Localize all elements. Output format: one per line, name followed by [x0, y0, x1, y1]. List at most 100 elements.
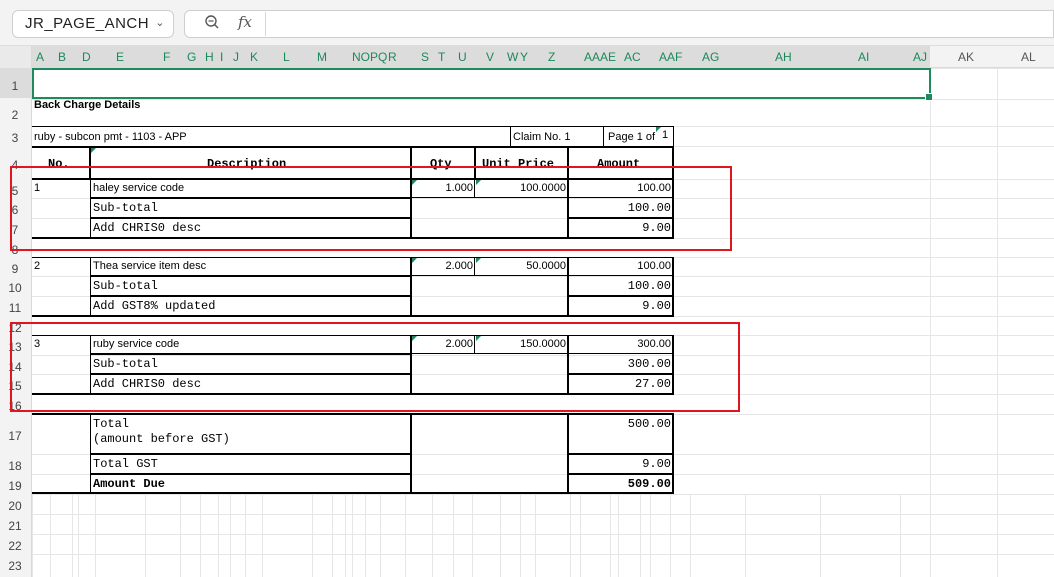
row-header-23[interactable]: 23 [0, 559, 30, 573]
border [672, 257, 674, 316]
column-header-e[interactable]: E [116, 50, 124, 64]
grid-line [535, 494, 536, 577]
column-header-y[interactable]: Y [520, 50, 528, 64]
grid-line [570, 494, 571, 577]
grid-line [200, 494, 201, 577]
fill-handle[interactable] [925, 93, 933, 101]
column-header-l[interactable]: L [283, 50, 290, 64]
item-unit-price[interactable]: 50.0000 [477, 260, 566, 272]
row-header-11[interactable]: 11 [0, 301, 30, 315]
grid-line [145, 494, 146, 577]
grid-line [930, 68, 931, 577]
name-box[interactable]: JR_PAGE_ANCH ⌄ [12, 10, 174, 38]
column-header-k[interactable]: K [250, 50, 258, 64]
amount-due-label[interactable]: Amount Due [93, 477, 165, 491]
column-header-ak[interactable]: AK [958, 50, 974, 64]
cell-indicator-icon [91, 148, 96, 153]
column-header-j[interactable]: J [233, 50, 239, 64]
border [32, 257, 674, 258]
column-header-f[interactable]: F [163, 50, 170, 64]
column-header-i[interactable]: I [220, 50, 223, 64]
grid-line [78, 494, 79, 577]
grid-line [352, 494, 353, 577]
column-header-a[interactable]: A [36, 50, 44, 64]
tax-label[interactable]: Add GST8% updated [93, 299, 215, 313]
row-header-17[interactable]: 17 [0, 429, 30, 443]
column-header-ag[interactable]: AG [702, 50, 719, 64]
grid-line [432, 494, 433, 577]
column-header-m[interactable]: M [317, 50, 327, 64]
select-all-corner[interactable] [0, 46, 32, 68]
gst-label[interactable]: Total GST [93, 457, 158, 471]
column-header-s[interactable]: S [421, 50, 429, 64]
column-header-ac[interactable]: AC [624, 50, 641, 64]
grid-line [650, 494, 651, 577]
total-value[interactable]: 500.00 [569, 417, 671, 431]
sheet-title: Back Charge Details [34, 99, 141, 111]
row-header-18[interactable]: 18 [0, 459, 30, 473]
page-total-cell[interactable]: 1 [662, 129, 668, 141]
row-header-2[interactable]: 2 [0, 108, 30, 122]
zoom-icon[interactable] [204, 14, 220, 34]
column-header-ai[interactable]: AI [858, 50, 869, 64]
column-header-b[interactable]: B [58, 50, 66, 64]
row-header-22[interactable]: 22 [0, 539, 30, 553]
row-header-3[interactable]: 3 [0, 131, 30, 145]
column-header-t[interactable]: T [438, 50, 445, 64]
total-label[interactable]: Total [93, 417, 129, 431]
column-header-g[interactable]: G [187, 50, 196, 64]
column-header-al[interactable]: AL [1021, 50, 1036, 64]
claim-no-cell[interactable]: Claim No. 1 [513, 131, 570, 143]
column-header-w[interactable]: W [507, 50, 518, 64]
amount-due-value[interactable]: 509.00 [569, 477, 671, 491]
column-header-d[interactable]: D [82, 50, 91, 64]
header-info-cell[interactable]: ruby - subcon pmt - 1103 - APP [34, 131, 187, 143]
column-header-ah[interactable]: AH [775, 50, 792, 64]
grid-line [332, 494, 333, 577]
tax-value[interactable]: 9.00 [569, 299, 671, 313]
row-header-19[interactable]: 19 [0, 479, 30, 493]
subtotal-value[interactable]: 100.00 [569, 279, 671, 293]
subtotal-label[interactable]: Sub-total [93, 279, 158, 293]
column-header-aaf[interactable]: AAF [659, 50, 682, 64]
border [32, 492, 674, 494]
border [510, 126, 511, 146]
row-header-9[interactable]: 9 [0, 262, 30, 276]
column-header-r[interactable]: R [388, 50, 397, 64]
border [32, 414, 674, 415]
total-label-note[interactable]: (amount before GST) [93, 432, 230, 446]
grid-line [500, 494, 501, 577]
column-header-z[interactable]: Z [548, 50, 555, 64]
grid-line [32, 494, 33, 577]
row-header-21[interactable]: 21 [0, 519, 30, 533]
item-qty[interactable]: 2.000 [414, 260, 473, 272]
grid-line [230, 494, 231, 577]
column-header-aj[interactable]: AJ [913, 50, 927, 64]
grid-line [745, 494, 746, 577]
grid-line [50, 494, 51, 577]
grid-line [580, 494, 581, 577]
border [412, 275, 674, 276]
formula-input[interactable] [184, 10, 1054, 38]
item-description[interactable]: Thea service item desc [93, 260, 206, 272]
column-header-h[interactable]: H [205, 50, 214, 64]
active-cell[interactable] [32, 68, 933, 101]
page-of-cell[interactable]: Page 1 of [608, 131, 655, 143]
row-header-10[interactable]: 10 [0, 281, 30, 295]
item-amount[interactable]: 100.00 [570, 260, 671, 272]
column-header-nopq[interactable]: NOPQ [352, 50, 387, 64]
divider [265, 12, 266, 36]
grid-line [312, 494, 313, 577]
column-header-v[interactable]: V [486, 50, 494, 64]
grid-line [262, 494, 263, 577]
gst-value[interactable]: 9.00 [569, 457, 671, 471]
chevron-down-icon[interactable]: ⌄ [155, 16, 165, 29]
item-no[interactable]: 2 [34, 260, 40, 272]
column-header-u[interactable]: U [458, 50, 467, 64]
annotation-box [10, 322, 740, 412]
column-header-aaae[interactable]: AAAE [584, 50, 616, 64]
row-header-20[interactable]: 20 [0, 499, 30, 513]
border [567, 453, 674, 455]
fx-icon[interactable]: fx [238, 13, 252, 31]
row-header-1[interactable]: 1 [0, 79, 30, 93]
